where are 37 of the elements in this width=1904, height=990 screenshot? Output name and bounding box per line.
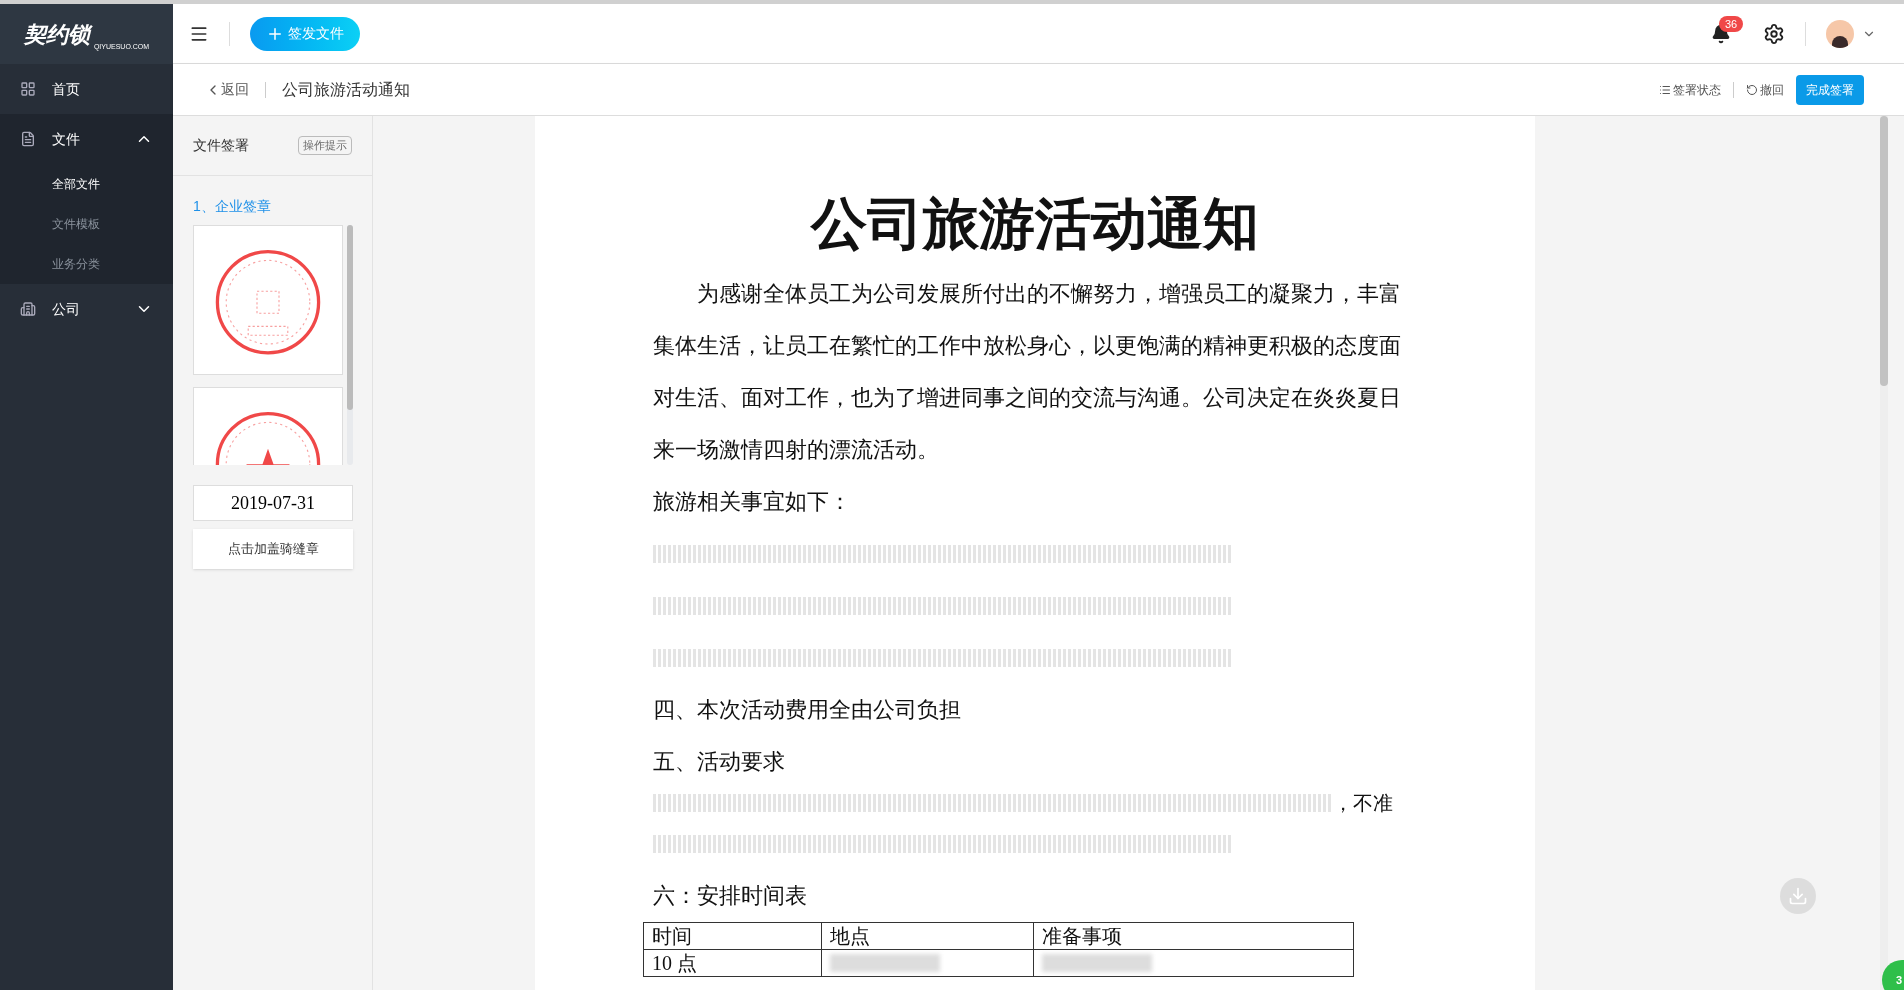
seam-seal-button[interactable]: 点击加盖骑缝章 xyxy=(193,529,353,569)
document-heading: 公司旅游活动通知 xyxy=(809,196,1260,252)
toolbar-action[interactable]: 签署状态 xyxy=(1659,80,1721,99)
settings-icon[interactable] xyxy=(1763,22,1785,45)
list-icon xyxy=(1659,83,1671,96)
text-line: 四、本次活动费用全由公司负担 xyxy=(653,696,962,724)
text-line: 五、活动要求 xyxy=(653,748,786,776)
scrollbar[interactable] xyxy=(347,225,353,465)
download-icon xyxy=(1788,886,1808,906)
sidebar-subitem[interactable]: 文件模板 xyxy=(0,204,173,244)
hint-tag[interactable]: 操作提示 xyxy=(298,136,352,155)
sidebar-item[interactable]: 首页 xyxy=(0,64,173,114)
nav-icon xyxy=(20,81,36,97)
panel-title: 文件签署 xyxy=(193,136,249,155)
sidebar-subitem[interactable]: 全部文件 xyxy=(0,164,173,204)
toolbar-action[interactable]: 撤回 xyxy=(1746,80,1784,99)
table-header: 地点 xyxy=(821,922,1034,950)
page-scrollbar[interactable] xyxy=(1880,116,1888,990)
sidebar-item[interactable]: 公司 xyxy=(0,284,173,334)
document-title: 公司旅游活动通知 xyxy=(282,79,410,100)
text-line: 六：安排时间表 xyxy=(653,882,808,910)
table-header: 时间 xyxy=(643,922,822,950)
back-link[interactable]: 返回 xyxy=(205,79,249,100)
seal-card[interactable] xyxy=(193,225,343,375)
nav-icon xyxy=(20,131,36,147)
text-line: 旅游相关事宜如下： xyxy=(653,488,852,516)
undo-icon xyxy=(1746,83,1758,96)
notification-count: 36 xyxy=(1719,15,1744,32)
text-fragment: ，不准 xyxy=(1333,791,1393,816)
table-header: 准备事项 xyxy=(1033,922,1354,950)
nav-icon xyxy=(20,301,36,317)
table-cell: 10 点 xyxy=(652,952,697,974)
date-stamp[interactable]: 2019-07-31 xyxy=(193,485,353,521)
sidebar-subitem[interactable]: 业务分类 xyxy=(0,244,173,284)
sidebar-item[interactable]: 文件 xyxy=(0,114,173,164)
avatar[interactable] xyxy=(1826,19,1854,48)
paragraph: 为感谢全体员工为公司发展所付出的不懈努力，增强员工的凝聚力，丰富集体生活，让员工在繁忙的工作中放松身心，以更饱满的精神更积极的态度面对生活、面对工作，也为了增进同事之间的交流与沟通。公司决定在炎炎夏日来一场激情四射的漂流活动。 xyxy=(653,280,1402,464)
